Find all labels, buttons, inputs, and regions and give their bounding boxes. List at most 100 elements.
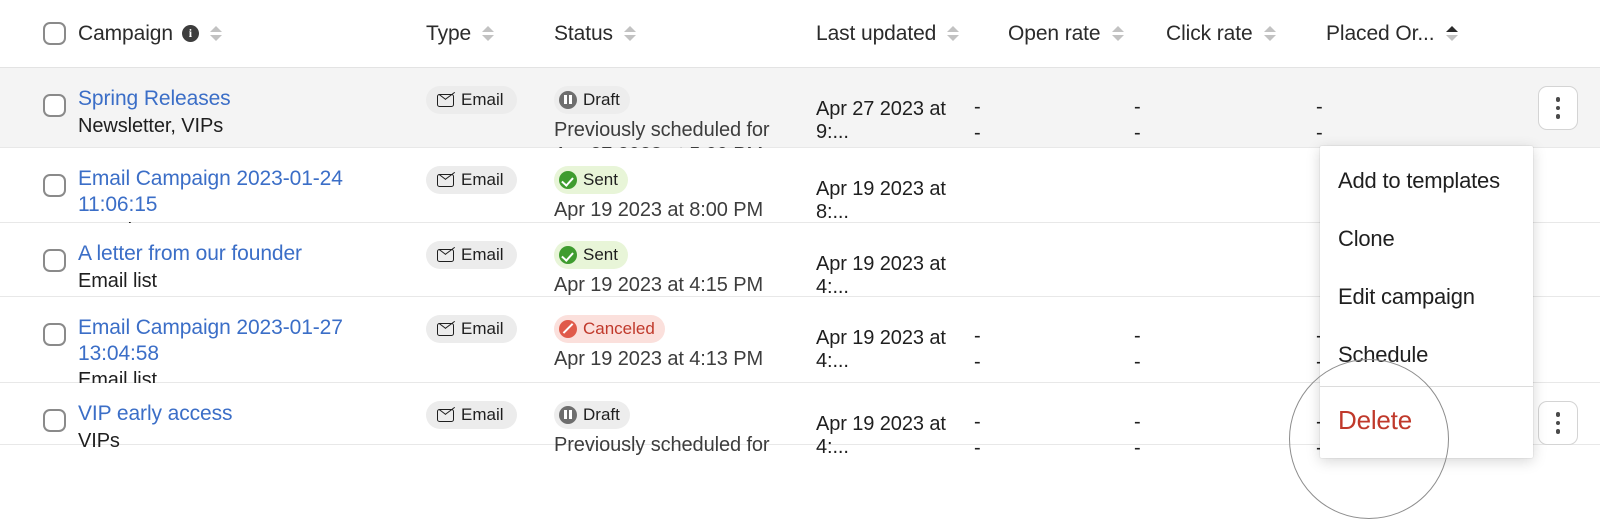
- column-header-last-updated[interactable]: Last updated: [816, 22, 1008, 46]
- chevron-up-icon: [1111, 26, 1124, 32]
- column-header-open-rate-label: Open rate: [1008, 21, 1101, 45]
- select-all-checkbox[interactable]: [43, 22, 66, 45]
- cell-open-primary: [974, 247, 1134, 273]
- campaign-lists: Email list: [78, 269, 158, 292]
- cell-open-secondary: [974, 198, 1134, 224]
- chevron-up-icon: [482, 26, 495, 32]
- row-select-cell[interactable]: [0, 297, 78, 346]
- cell-click-secondary: -: [1134, 437, 1141, 459]
- cell-click: --: [1134, 401, 1316, 459]
- sort-icon-open-rate[interactable]: [1110, 26, 1126, 41]
- row-select-cell[interactable]: [0, 148, 78, 197]
- cell-open-secondary: -: [974, 437, 981, 459]
- chevron-down-icon: [209, 35, 222, 41]
- menu-item-delete[interactable]: Delete: [1320, 387, 1533, 456]
- menu-item-add-to-templates[interactable]: Add to templates: [1320, 152, 1533, 210]
- type-badge: Email: [426, 401, 517, 429]
- campaign-name-link[interactable]: Email Campaign 2023-01-24 11:06:15: [78, 166, 426, 217]
- row-context-menu[interactable]: Add to templates Clone Edit campaign Sch…: [1320, 146, 1533, 458]
- sort-icon-placed-orders[interactable]: [1444, 26, 1460, 41]
- info-icon[interactable]: i: [181, 25, 199, 42]
- menu-item-clone[interactable]: Clone: [1320, 210, 1533, 268]
- cell-last-updated: Apr 19 2023 at 4:...: [816, 383, 974, 459]
- cell-last-updated: Apr 27 2023 at 9:...: [816, 68, 974, 144]
- kebab-dot: [1555, 105, 1561, 111]
- envelope-icon: [437, 93, 454, 107]
- sent-status-icon: [559, 245, 577, 264]
- canceled-status-icon: [559, 319, 577, 338]
- cell-type: Email: [426, 383, 554, 429]
- cell-click-primary: [1134, 172, 1316, 198]
- envelope-icon: [437, 322, 454, 336]
- campaign-name-link[interactable]: VIP early access: [78, 401, 426, 427]
- table-header-row: Campaign i Type Status Last updated Open…: [0, 0, 1600, 68]
- cell-click-primary: -: [1134, 411, 1141, 433]
- table-row[interactable]: Spring Releases Newsletter, VIPs Email Draf…: [0, 68, 1600, 166]
- status-badge: Canceled: [554, 315, 665, 343]
- cell-type: Email: [426, 223, 554, 269]
- row-select-cell[interactable]: [0, 383, 78, 432]
- chevron-down-icon: [1263, 35, 1276, 41]
- column-header-last-updated-label: Last updated: [816, 21, 937, 45]
- last-updated-text: Apr 27 2023 at 9:...: [816, 98, 946, 143]
- row-actions-menu-button[interactable]: [1538, 401, 1578, 445]
- chevron-up-icon: [209, 26, 222, 32]
- column-header-campaign[interactable]: Campaign i: [78, 22, 426, 46]
- cell-status: Canceled Apr 19 2023 at 4:13 PM: [554, 297, 816, 372]
- type-badge-label: Email: [461, 170, 504, 189]
- column-header-type-label: Type: [426, 21, 472, 45]
- sort-icon-campaign[interactable]: [208, 26, 224, 41]
- column-header-click-rate[interactable]: Click rate: [1166, 22, 1326, 46]
- chevron-up-icon: [947, 26, 960, 32]
- chevron-up-icon: [623, 26, 636, 32]
- menu-item-schedule[interactable]: Schedule: [1320, 326, 1533, 384]
- row-checkbox[interactable]: [43, 249, 66, 272]
- status-detail-line-1: Previously scheduled for: [554, 433, 770, 456]
- column-header-status[interactable]: Status: [554, 22, 816, 46]
- column-header-status-label: Status: [554, 21, 613, 45]
- sort-icon-status[interactable]: [622, 26, 638, 41]
- draft-status-icon: [559, 405, 577, 424]
- row-checkbox[interactable]: [43, 94, 66, 117]
- campaigns-table: Campaign i Type Status Last updated Open…: [0, 0, 1600, 522]
- campaign-name-link[interactable]: Email Campaign 2023-01-27 13:04:58: [78, 315, 426, 366]
- column-header-type[interactable]: Type: [426, 22, 554, 46]
- cell-open: --: [974, 401, 1134, 459]
- chevron-up-icon: [1445, 26, 1458, 32]
- last-updated-text: Apr 19 2023 at 4:...: [816, 253, 946, 298]
- cell-open: --: [974, 315, 1134, 373]
- column-header-campaign-label: Campaign: [78, 21, 173, 45]
- menu-item-edit-campaign[interactable]: Edit campaign: [1320, 268, 1533, 326]
- type-badge-label: Email: [461, 405, 504, 424]
- row-select-cell[interactable]: [0, 223, 78, 272]
- cell-click: [1134, 241, 1316, 299]
- cell-type: Email: [426, 68, 554, 114]
- campaign-name-link[interactable]: A letter from our founder: [78, 241, 426, 267]
- kebab-dot: [1555, 97, 1561, 102]
- cell-open-primary: [974, 172, 1134, 198]
- status-badge-label: Sent: [583, 245, 618, 264]
- row-select-cell[interactable]: [0, 68, 78, 117]
- cell-placed-primary: -: [1316, 96, 1323, 118]
- select-all-cell[interactable]: [0, 22, 78, 45]
- sort-icon-type[interactable]: [480, 26, 496, 41]
- cell-click-secondary: [1134, 198, 1316, 224]
- row-checkbox[interactable]: [43, 174, 66, 197]
- cell-click: [1134, 166, 1316, 224]
- column-header-placed-orders[interactable]: Placed Or...: [1326, 22, 1508, 46]
- campaign-name-link[interactable]: Spring Releases: [78, 86, 426, 112]
- cell-placed: --: [1316, 86, 1498, 144]
- column-header-open-rate[interactable]: Open rate: [1008, 22, 1166, 46]
- status-badge-label: Draft: [583, 90, 620, 109]
- cell-open-secondary: -: [974, 122, 981, 144]
- sort-icon-click-rate[interactable]: [1262, 26, 1278, 41]
- cell-status: Sent Apr 19 2023 at 8:00 PM: [554, 148, 816, 223]
- row-checkbox[interactable]: [43, 323, 66, 346]
- row-checkbox[interactable]: [43, 409, 66, 432]
- draft-status-icon: [559, 90, 577, 109]
- sort-icon-last-updated[interactable]: [945, 26, 961, 41]
- last-updated-text: Apr 19 2023 at 8:...: [816, 178, 946, 223]
- row-actions-menu-button[interactable]: [1538, 86, 1578, 130]
- cell-click: --: [1134, 86, 1316, 144]
- chevron-down-icon: [1445, 35, 1458, 41]
